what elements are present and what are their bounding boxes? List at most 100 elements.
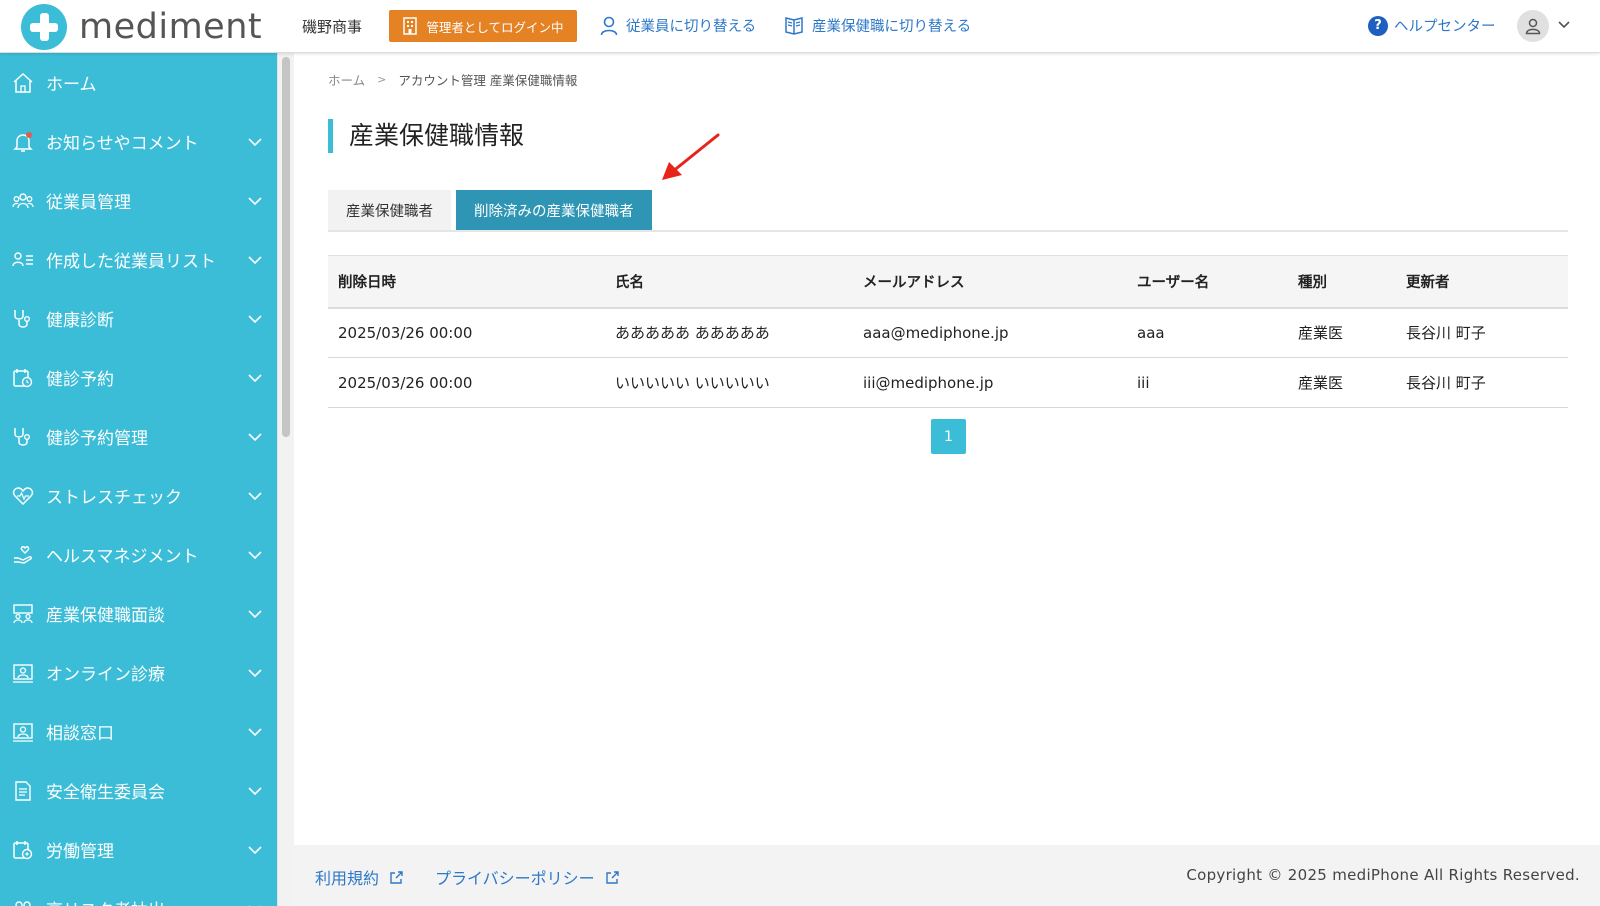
- people-icon: [12, 192, 34, 208]
- chevron-down-icon: [248, 551, 262, 560]
- sidebar-item-health-management[interactable]: ヘルスマネジメント: [0, 525, 277, 584]
- sidebar-item-high-risk-extraction[interactable]: 高リスク者抽出: [0, 879, 277, 906]
- users-icon: [15, 900, 31, 906]
- switch-employee-label: 従業員に切り替える: [626, 19, 757, 35]
- sidebar-item-label: 作成した従業員リスト: [46, 252, 216, 272]
- terms-label: 利用規約: [315, 869, 380, 888]
- admin-login-badge: 管理者としてログイン中: [389, 10, 577, 42]
- external-link-icon: [605, 870, 619, 884]
- chevron-down-icon: [249, 905, 261, 906]
- bell-icon: [13, 131, 33, 152]
- sidebar-item-label: 従業員管理: [46, 193, 131, 213]
- user-icon: [600, 16, 618, 35]
- terms-link[interactable]: 利用規約: [315, 865, 404, 889]
- sidebar-item-oh-interview[interactable]: 産業保健職面談: [0, 584, 277, 643]
- sidebar-item-label: ホーム: [46, 75, 97, 95]
- column-header-username: ユーザー名: [1127, 255, 1288, 309]
- page-title: 産業保健職情報: [328, 119, 524, 153]
- sidebar-item-online-consultation[interactable]: オンライン診療: [0, 643, 277, 702]
- stethoscope-icon: [14, 309, 30, 328]
- sidebar-item-label: 高リスク者抽出: [46, 896, 165, 906]
- sidebar-item-employee-list[interactable]: 作成した従業員リスト: [0, 230, 277, 289]
- sidebar-item-label: 健診予約管理: [46, 429, 148, 449]
- sidebar-item-home[interactable]: ホーム: [0, 53, 277, 112]
- cell-updated-by: 長谷川 町子: [1396, 307, 1568, 358]
- stethoscope-icon: [14, 427, 30, 446]
- sidebar-item-notifications[interactable]: お知らせやコメント: [0, 112, 277, 171]
- cell-updated-by: 長谷川 町子: [1396, 357, 1568, 408]
- switch-to-employee-link[interactable]: 従業員に切り替える: [600, 15, 756, 36]
- chevron-down-icon: [248, 787, 262, 796]
- sidebar-item-reservation-management[interactable]: 健診予約管理: [0, 407, 277, 466]
- cell-email: iii@mediphone.jp: [853, 357, 1127, 408]
- calendar-gear-icon: [13, 840, 33, 859]
- breadcrumb-home-link[interactable]: ホーム: [328, 70, 365, 89]
- copyright-text: Copyright © 2025 mediPhone All Rights Re…: [1186, 866, 1580, 884]
- footer: 利用規約 プライバシーポリシー Copyright © 2025 mediPho…: [294, 845, 1600, 906]
- cell-email: aaa@mediphone.jp: [853, 307, 1127, 358]
- help-center-link[interactable]: ? ヘルプセンター: [1368, 15, 1496, 36]
- avatar-user-icon: [1525, 18, 1541, 35]
- table-header-row: 削除日時 氏名 メールアドレス ユーザー名 種別 更新者: [328, 255, 1568, 309]
- sidebar-item-labor-management[interactable]: 労働管理: [0, 820, 277, 879]
- sidebar-item-health-checkup[interactable]: 健康診断: [0, 289, 277, 348]
- main-content: ホーム > アカウント管理 産業保健職情報 産業保健職情報 産業保健職者 削除済…: [294, 53, 1600, 844]
- sidebar-item-safety-committee[interactable]: 安全衛生委員会: [0, 761, 277, 820]
- sidebar-item-checkup-reservation[interactable]: 健診予約: [0, 348, 277, 407]
- monitor-user-icon: [13, 663, 33, 683]
- chevron-down-icon[interactable]: [1557, 18, 1571, 32]
- chevron-down-icon: [248, 315, 262, 324]
- tab-deleted-oh-staff[interactable]: 削除済みの産業保健職者: [456, 190, 652, 230]
- sidebar-item-label: 健康診断: [46, 311, 114, 331]
- help-icon: ?: [1368, 15, 1388, 36]
- user-list-icon: [12, 251, 33, 266]
- cell-name: あああああ あああああ: [605, 307, 853, 358]
- sidebar-scrollbar[interactable]: [277, 53, 294, 906]
- privacy-policy-link[interactable]: プライバシーポリシー: [435, 865, 620, 889]
- scrollbar-thumb[interactable]: [282, 57, 290, 437]
- cell-type: 産業医: [1288, 357, 1396, 408]
- chevron-down-icon: [248, 197, 262, 206]
- logo-text: mediment: [79, 7, 263, 47]
- chevron-down-icon: [248, 846, 262, 855]
- chevron-down-icon: [248, 433, 262, 442]
- sidebar-nav: ホーム お知らせやコメント 従業員管理 作成した従業員リスト 健康診断 健診予約…: [0, 53, 277, 906]
- sidebar-item-label: オンライン診療: [46, 665, 165, 685]
- sidebar-item-label: お知らせやコメント: [46, 134, 199, 154]
- sidebar-item-consultation-desk[interactable]: 相談窓口: [0, 702, 277, 761]
- help-label: ヘルプセンター: [1394, 19, 1496, 35]
- chevron-down-icon: [248, 492, 262, 501]
- sidebar-item-stress-check[interactable]: ストレスチェック: [0, 466, 277, 525]
- cell-deleted-at: 2025/03/26 00:00: [328, 357, 605, 408]
- logo-cross-icon: [21, 4, 67, 50]
- cell-name: いいいいい いいいいい: [605, 357, 853, 408]
- top-header: mediment 磯野商事 管理者としてログイン中 従業員に切り替える 産業保健…: [0, 0, 1600, 53]
- deleted-staff-table: 削除日時 氏名 メールアドレス ユーザー名 種別 更新者 2025/03/26 …: [328, 255, 1568, 408]
- mediment-logo[interactable]: mediment: [21, 3, 262, 51]
- cell-username: iii: [1127, 357, 1288, 408]
- monitor-user-icon: [13, 722, 33, 742]
- heart-icon: [12, 486, 34, 505]
- privacy-label: プライバシーポリシー: [435, 869, 595, 888]
- cell-deleted-at: 2025/03/26 00:00: [328, 307, 605, 358]
- building-icon: [403, 17, 418, 35]
- column-header-deleted-at: 削除日時: [328, 255, 605, 309]
- meeting-icon: [13, 603, 33, 623]
- document-icon: [15, 780, 31, 801]
- chevron-down-icon: [248, 610, 262, 619]
- switch-to-oh-link[interactable]: 産業保健職に切り替える: [784, 15, 971, 36]
- tab-bar: 産業保健職者 削除済みの産業保健職者: [328, 190, 1568, 232]
- sidebar-item-employees[interactable]: 従業員管理: [0, 171, 277, 230]
- sidebar-item-label: 相談窓口: [46, 724, 114, 744]
- admin-badge-label: 管理者としてログイン中: [426, 19, 564, 35]
- sidebar-item-label: 産業保健職面談: [46, 606, 165, 626]
- sidebar-item-label: ヘルスマネジメント: [46, 547, 199, 567]
- column-header-updated-by: 更新者: [1396, 255, 1568, 309]
- external-link-icon: [390, 870, 403, 884]
- tab-oh-staff[interactable]: 産業保健職者: [328, 190, 451, 230]
- chevron-down-icon: [248, 256, 262, 265]
- pagination-page-1[interactable]: 1: [931, 419, 966, 454]
- switch-oh-label: 産業保健職に切り替える: [812, 19, 972, 35]
- sidebar-item-label: 安全衛生委員会: [46, 783, 165, 803]
- user-avatar[interactable]: [1517, 10, 1549, 42]
